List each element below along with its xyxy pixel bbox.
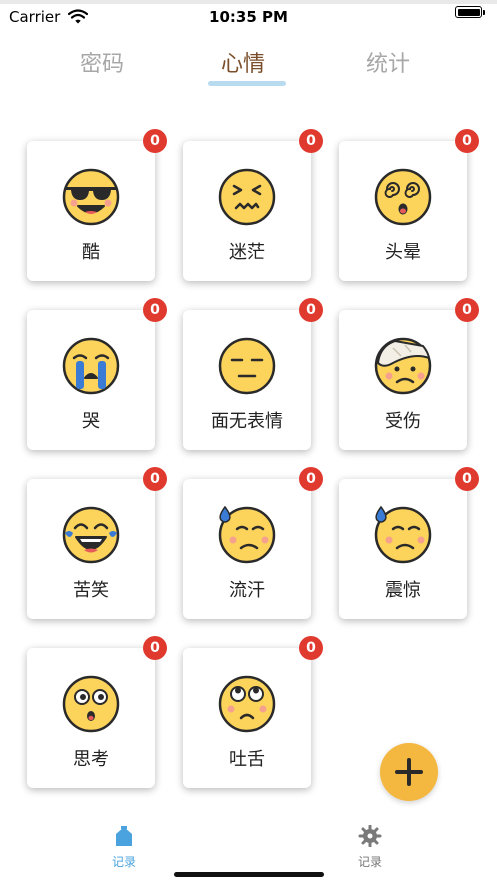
tears-of-joy-face-icon (62, 506, 120, 564)
count-badge: 0 (143, 467, 167, 491)
nav-label: 记录 (111, 855, 136, 869)
thinking-face-icon (62, 675, 120, 733)
nav-record-tab[interactable]: 记录 (94, 825, 154, 870)
count-badge: 0 (455, 467, 479, 491)
count-badge: 0 (455, 298, 479, 322)
mood-card-tongue[interactable]: 吐舌 0 (183, 636, 323, 788)
mood-label: 迷茫 (229, 242, 265, 263)
mood-label: 吐舌 (229, 749, 265, 770)
plus-icon (395, 758, 423, 786)
status-bar: Carrier 10:35 PM (0, 5, 497, 31)
tab-password[interactable]: 密码 (80, 46, 124, 78)
count-badge: 0 (455, 129, 479, 153)
confused-squint-face-icon (218, 168, 276, 226)
count-badge: 0 (299, 467, 323, 491)
home-icon (116, 826, 132, 846)
injured-bandage-face-icon (374, 337, 432, 395)
count-badge: 0 (143, 129, 167, 153)
active-tab-indicator (208, 81, 286, 86)
mood-label: 思考 (73, 749, 109, 770)
mood-card-thinking[interactable]: 思考 0 (27, 636, 167, 788)
top-edge (0, 0, 497, 4)
clock: 10:35 PM (209, 8, 288, 26)
app-screen: Carrier 10:35 PM 密码 心情 统计 酷 0 迷茫 0 头晕 0 … (0, 0, 497, 883)
mood-label: 受伤 (385, 411, 421, 432)
mood-label: 流汗 (229, 580, 265, 601)
mood-card-sweat[interactable]: 流汗 0 (183, 467, 323, 619)
eye-roll-face-icon (218, 675, 276, 733)
home-indicator (174, 872, 324, 877)
mood-card-shocked[interactable]: 震惊 0 (339, 467, 479, 619)
mood-label: 头晕 (385, 242, 421, 263)
cool-sunglasses-face-icon (62, 168, 120, 226)
battery-tip (483, 10, 485, 15)
expressionless-face-icon (218, 337, 276, 395)
gear-icon (358, 824, 382, 848)
mood-card-cool[interactable]: 酷 0 (27, 129, 167, 281)
sweat-face-icon (218, 505, 276, 564)
nav-record-tab-2[interactable]: 记录 (340, 824, 400, 870)
mood-card-injured[interactable]: 受伤 0 (339, 298, 479, 450)
mood-card-expressionless[interactable]: 面无表情 0 (183, 298, 323, 450)
count-badge: 0 (143, 636, 167, 660)
mood-card-dizzy[interactable]: 头晕 0 (339, 129, 479, 281)
mood-card-confused[interactable]: 迷茫 0 (183, 129, 323, 281)
mood-label: 酷 (82, 242, 100, 263)
count-badge: 0 (299, 636, 323, 660)
mood-card-wry-smile[interactable]: 苦笑 0 (27, 467, 167, 619)
mood-label: 震惊 (385, 580, 421, 601)
shocked-sweat-face-icon (374, 505, 432, 564)
add-mood-button[interactable] (380, 743, 438, 801)
count-badge: 0 (143, 298, 167, 322)
count-badge: 0 (299, 298, 323, 322)
mood-card-cry[interactable]: 哭 0 (27, 298, 167, 450)
mood-label: 哭 (82, 411, 100, 432)
mood-label: 苦笑 (73, 580, 109, 601)
crying-face-icon (62, 337, 120, 395)
nav-label: 记录 (357, 855, 382, 869)
battery-icon (455, 6, 482, 18)
count-badge: 0 (299, 129, 323, 153)
dizzy-face-icon (374, 168, 432, 226)
tab-statistics[interactable]: 统计 (366, 46, 410, 78)
mood-label: 面无表情 (211, 411, 283, 432)
tab-mood[interactable]: 心情 (221, 46, 265, 78)
